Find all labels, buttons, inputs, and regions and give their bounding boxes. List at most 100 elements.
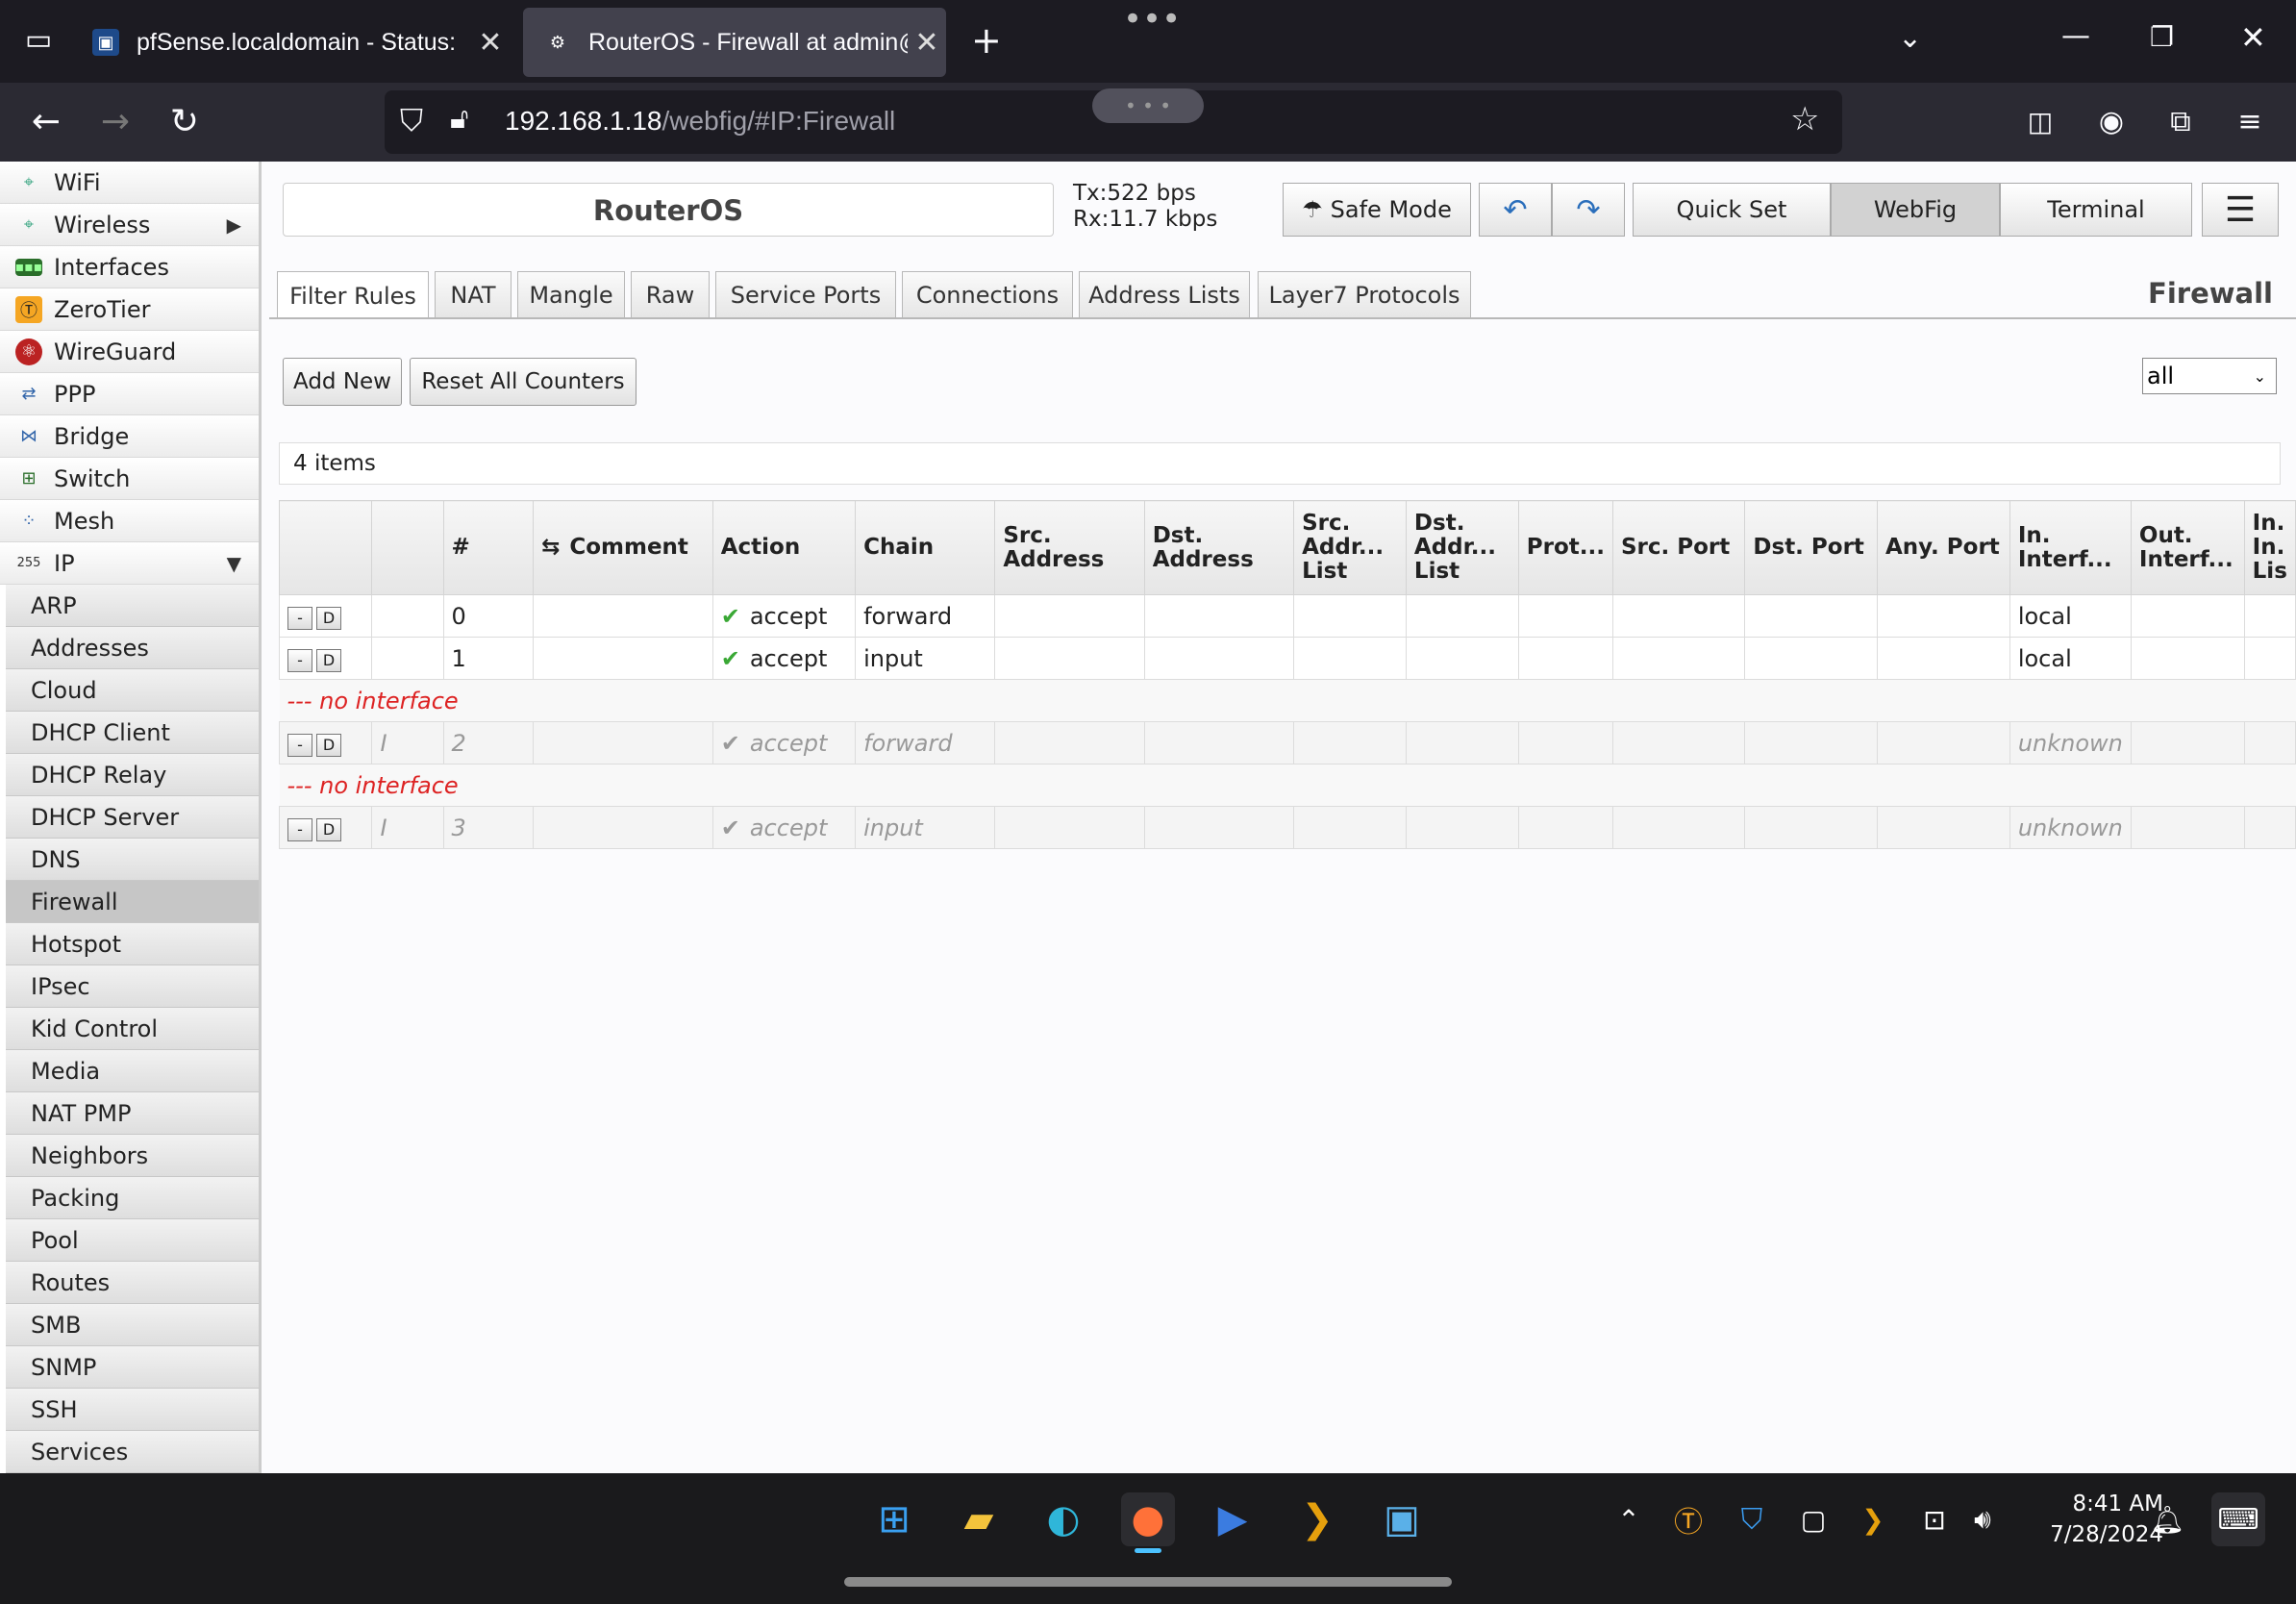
col-in-interface[interactable]: In. Interf... <box>2009 500 2132 595</box>
sidebar-item-ppp[interactable]: ⇄ PPP <box>0 373 259 415</box>
tab-raw[interactable]: Raw <box>631 271 710 317</box>
remove-button[interactable]: - <box>287 649 312 672</box>
touch-keyboard-icon[interactable]: ⌨ <box>2211 1492 2265 1546</box>
table-row[interactable]: -D 1 ✔ accept input local <box>278 637 2296 680</box>
remove-button[interactable]: - <box>287 734 312 757</box>
close-icon[interactable]: ✕ <box>471 26 510 60</box>
tab-address-lists[interactable]: Address Lists <box>1079 271 1250 317</box>
menu-icon[interactable]: ≡ <box>2221 83 2279 162</box>
reload-icon[interactable]: ↻ <box>156 83 213 162</box>
sidebar-sub-dhcp-client[interactable]: DHCP Client <box>6 712 259 754</box>
url-text[interactable]: 192.168.1.18/webfig/#IP:Firewall <box>505 106 895 137</box>
plex-icon[interactable]: ❯ <box>1290 1492 1344 1546</box>
remove-button[interactable]: - <box>287 607 312 630</box>
table-row[interactable]: -D I 3 ✔ accept input unknown <box>278 806 2296 849</box>
remove-button[interactable]: - <box>287 818 312 841</box>
sidebar-sub-nat-pmp[interactable]: NAT PMP <box>6 1092 259 1135</box>
sidebar-sub-routes[interactable]: Routes <box>6 1262 259 1304</box>
filter-select[interactable]: all ⌄ <box>2142 358 2277 394</box>
restore-icon[interactable]: ❐ <box>2150 21 2174 53</box>
sidebar-item-wireguard[interactable]: ⚛ WireGuard <box>0 331 259 373</box>
sidebar-sub-pool[interactable]: Pool <box>6 1219 259 1262</box>
col-action[interactable]: Action <box>711 500 857 595</box>
col-dst-address[interactable]: Dst. Address <box>1143 500 1295 595</box>
col-dst-addr-list[interactable]: Dst. Addr... List <box>1405 500 1519 595</box>
sidebar-item-wifi[interactable]: ⌖ WiFi <box>0 162 259 204</box>
close-icon[interactable]: ✕ <box>908 26 946 60</box>
sidebar-sub-services[interactable]: Services <box>6 1431 259 1473</box>
tab-service-ports[interactable]: Service Ports <box>715 271 896 317</box>
col-dst-port[interactable]: Dst. Port <box>1744 500 1878 595</box>
table-row[interactable]: -D I 2 ✔ accept forward unknown <box>278 721 2296 764</box>
add-new-button[interactable]: Add New <box>283 358 402 406</box>
tab-connections[interactable]: Connections <box>902 271 1073 317</box>
tab-mangle[interactable]: Mangle <box>517 271 625 317</box>
back-icon[interactable]: ← <box>17 83 75 162</box>
bookmark-star-icon[interactable]: ☆ <box>1790 100 1819 138</box>
col-in-interface-list[interactable]: In. In. Lis <box>2243 500 2296 595</box>
plex-tray-icon[interactable]: ❯ <box>1846 1492 1900 1546</box>
sidebar-sub-smb[interactable]: SMB <box>6 1304 259 1346</box>
firefox-icon[interactable]: ● <box>1121 1492 1175 1546</box>
tab-layer7-protocols[interactable]: Layer7 Protocols <box>1258 271 1471 317</box>
table-row[interactable]: -D 0 ✔ accept forward local <box>278 594 2296 638</box>
webfig-button[interactable]: WebFig <box>1831 183 2000 237</box>
sidebar-sub-neighbors[interactable]: Neighbors <box>6 1135 259 1177</box>
start-icon[interactable]: ⊞ <box>867 1492 921 1546</box>
reset-counters-button[interactable]: Reset All Counters <box>410 358 636 406</box>
insecure-lock-icon[interactable]: 🔓︎ <box>450 102 468 136</box>
sidebar-item-interfaces[interactable]: ▪▪▪ Interfaces <box>0 246 259 288</box>
sidebar-sub-hotspot[interactable]: Hotspot <box>6 923 259 965</box>
minimize-icon[interactable]: — <box>2061 19 2090 53</box>
sidebar-item-wireless[interactable]: ⌖ Wireless ▶ <box>0 204 259 246</box>
sidebar-sub-packing[interactable]: Packing <box>6 1177 259 1219</box>
col-number[interactable]: # <box>442 500 535 595</box>
forward-icon[interactable]: → <box>87 83 144 162</box>
sidebar-sub-snmp[interactable]: SNMP <box>6 1346 259 1389</box>
tab-list-chevron-icon[interactable]: ⌄ <box>1898 21 1922 55</box>
chat-tray-icon[interactable]: ▢ <box>1786 1492 1840 1546</box>
terminal-button[interactable]: Terminal <box>2000 183 2192 237</box>
quick-set-button[interactable]: Quick Set <box>1633 183 1831 237</box>
col-protocol[interactable]: Prot... <box>1517 500 1613 595</box>
disable-button[interactable]: D <box>316 818 341 841</box>
col-chain[interactable]: Chain <box>855 500 996 595</box>
hamburger-menu-button[interactable]: ☰ <box>2202 183 2279 237</box>
tab-nat[interactable]: NAT <box>435 271 512 317</box>
sidebar-sub-dns[interactable]: DNS <box>6 839 259 881</box>
pocket-icon[interactable]: ◫ <box>2011 83 2069 162</box>
tab-pfsense[interactable]: ▣ pfSense.localdomain - Status: ✕ <box>71 8 510 77</box>
sidebar-sub-addresses[interactable]: Addresses <box>6 627 259 669</box>
sidebar-sub-dhcp-server[interactable]: DHCP Server <box>6 796 259 839</box>
undo-button[interactable]: ↶ <box>1479 183 1552 237</box>
sidebar-item-switch[interactable]: ⊞ Switch <box>0 458 259 500</box>
sidebar-sub-cloud[interactable]: Cloud <box>6 669 259 712</box>
col-comment[interactable]: ⇆ Comment <box>533 500 713 595</box>
sidebar-sub-dhcp-relay[interactable]: DHCP Relay <box>6 754 259 796</box>
disable-button[interactable]: D <box>316 607 341 630</box>
redo-button[interactable]: ↷ <box>1552 183 1625 237</box>
defender-tray-icon[interactable]: ⛉ <box>1725 1492 1779 1546</box>
tray-overflow-chevron-icon[interactable]: ⌃ <box>1602 1492 1656 1546</box>
tab-filter-rules[interactable]: Filter Rules <box>277 271 429 319</box>
col-src-address[interactable]: Src. Address <box>994 500 1145 595</box>
shield-icon[interactable]: ⛉ <box>400 102 423 139</box>
new-tab-icon[interactable]: + <box>971 19 1002 62</box>
sidebar-sub-kid-control[interactable]: Kid Control <box>6 1008 259 1050</box>
notification-bell-icon[interactable]: 🔔︎ <box>2140 1492 2194 1546</box>
sidebar-sub-ipsec[interactable]: IPsec <box>6 965 259 1008</box>
network-tray-icon[interactable]: ⊡ <box>1908 1492 1961 1546</box>
disable-button[interactable]: D <box>316 734 341 757</box>
sidebar-sub-arp[interactable]: ARP <box>6 585 259 627</box>
col-out-interface[interactable]: Out. Interf... <box>2130 500 2245 595</box>
col-any-port[interactable]: Any. Port <box>1877 500 2010 595</box>
file-explorer-icon[interactable]: ▰ <box>952 1492 1006 1546</box>
zerotier-tray-icon[interactable]: Ⓣ <box>1661 1492 1715 1546</box>
sidebar-sub-firewall[interactable]: Firewall <box>6 881 259 923</box>
tab-routeros[interactable]: ⚙ RouterOS - Firewall at admin@ ✕ <box>523 8 946 77</box>
tab-overview-icon[interactable]: ▭ <box>19 23 58 62</box>
sidebar-sub-media[interactable]: Media <box>6 1050 259 1092</box>
powershell-icon[interactable]: ▶ <box>1206 1492 1260 1546</box>
safe-mode-button[interactable]: ☂ Safe Mode <box>1283 183 1471 237</box>
account-icon[interactable]: ◉ <box>2083 83 2140 162</box>
